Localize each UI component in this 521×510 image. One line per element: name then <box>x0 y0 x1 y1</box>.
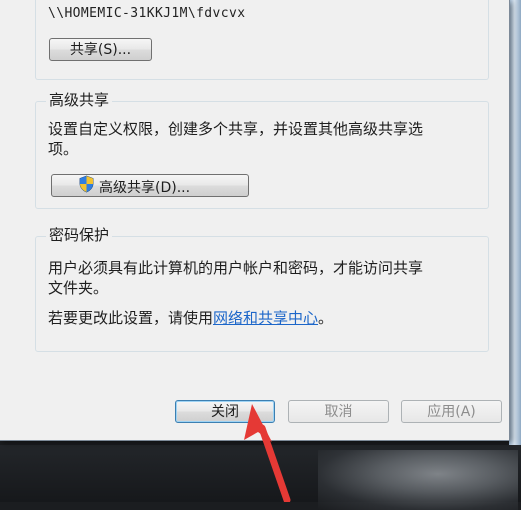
password-desc-line2: 文件夹。 <box>48 279 109 297</box>
advanced-sharing-desc-line2: 项。 <box>48 140 79 158</box>
close-button[interactable]: 关闭 <box>175 400 275 423</box>
password-protection-group: 密码保护 用户必须具有此计算机的用户帐户和密码，才能访问共享 文件夹。 若要更改… <box>35 225 489 352</box>
network-sharing-center-link[interactable]: 网络和共享中心 <box>213 309 318 327</box>
advanced-sharing-title: 高级共享 <box>46 90 113 110</box>
advanced-sharing-button[interactable]: 高级共享(D)... <box>51 174 249 197</box>
password-desc-line1: 用户必须具有此计算机的用户帐户和密码，才能访问共享 <box>48 259 424 277</box>
network-path: \\HOMEMIC-31KKJ1M\fdvcvx <box>48 6 246 21</box>
advanced-sharing-group: 高级共享 设置自定义权限，创建多个共享，并设置其他高级共享选 项。 高级共享(D… <box>35 90 489 209</box>
network-sharing-group: \\HOMEMIC-31KKJ1M\fdvcvx 共享(S)... <box>35 0 489 80</box>
share-button[interactable]: 共享(S)... <box>49 38 152 61</box>
password-change-suffix: 。 <box>318 309 334 327</box>
apply-button[interactable]: 应用(A) <box>401 400 502 423</box>
window-frame-edge <box>509 0 521 445</box>
uac-shield-icon <box>78 175 95 201</box>
password-protection-title: 密码保护 <box>46 225 113 245</box>
desktop-object <box>318 450 518 510</box>
password-change-prefix: 若要更改此设置，请使用 <box>48 309 214 327</box>
advanced-sharing-button-label: 高级共享(D)... <box>99 180 191 196</box>
sharing-dialog: \\HOMEMIC-31KKJ1M\fdvcvx 共享(S)... 高级共享 设… <box>0 0 510 441</box>
cancel-button[interactable]: 取消 <box>288 400 389 423</box>
password-change-line: 若要更改此设置，请使用网络和共享中心。 <box>48 307 333 329</box>
advanced-sharing-desc-line1: 设置自定义权限，创建多个共享，并设置其他高级共享选 <box>48 120 424 138</box>
